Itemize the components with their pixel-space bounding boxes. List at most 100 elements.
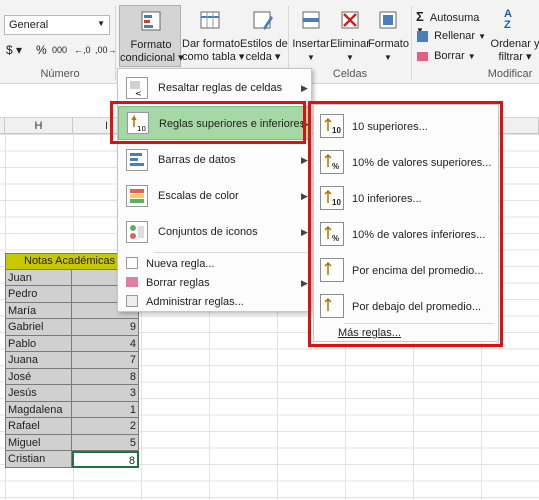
grade-cell[interactable]: 5 bbox=[72, 434, 139, 451]
increase-decimal-button[interactable]: ←,0 bbox=[74, 45, 91, 55]
chevron-down-icon: ▼ bbox=[307, 53, 315, 62]
grade-cell[interactable]: 7 bbox=[72, 352, 139, 369]
menu-item-manage-rules[interactable]: Administrar reglas... bbox=[118, 293, 311, 311]
cell-styles-label-2: celda ▾ bbox=[245, 51, 281, 63]
chevron-down-icon: ▼ bbox=[467, 52, 476, 61]
grade-cell[interactable]: 1 bbox=[72, 401, 139, 418]
table-row: José 8 bbox=[5, 368, 139, 385]
svg-text:<: < bbox=[135, 89, 142, 98]
fill-button[interactable]: Rellenar ▼ bbox=[417, 30, 487, 46]
table-row: Gabriel 9 bbox=[5, 319, 139, 336]
menu-item-label: Barras de datos bbox=[158, 154, 236, 166]
student-name-cell[interactable]: Miguel bbox=[5, 434, 72, 451]
chevron-right-icon: ▶ bbox=[301, 227, 308, 237]
grade-cell[interactable]: 8 bbox=[72, 368, 139, 385]
grade-cell[interactable]: 4 bbox=[72, 335, 139, 352]
student-name-cell[interactable]: María bbox=[5, 302, 72, 319]
student-name-cell[interactable]: Gabriel bbox=[5, 319, 72, 336]
conditional-format-label-2: condicional ▾ bbox=[120, 52, 184, 64]
highlight-outline bbox=[110, 101, 306, 144]
student-name-cell[interactable]: Juana bbox=[5, 352, 72, 369]
cells-group-label: Celdas bbox=[332, 68, 368, 80]
menu-item-label: Administrar reglas... bbox=[146, 296, 244, 308]
student-name-cell[interactable]: Pablo bbox=[5, 335, 72, 352]
delete-icon bbox=[341, 11, 359, 29]
format-as-table-button[interactable]: Dar formato como tabla ▾ bbox=[182, 5, 245, 67]
chevron-down-icon: ▼ bbox=[478, 32, 487, 41]
conditional-format-label-1: Formato bbox=[130, 39, 172, 51]
insert-icon bbox=[302, 11, 320, 29]
insert-button[interactable]: Insertar ▼ bbox=[290, 5, 332, 67]
student-name-cell[interactable]: Cristian bbox=[5, 451, 72, 468]
delete-button[interactable]: Eliminar ▼ bbox=[330, 5, 370, 67]
chevron-down-icon: ▼ bbox=[97, 19, 105, 28]
cell-styles-button[interactable]: Estilos de celda ▾ bbox=[240, 5, 288, 67]
thousands-button[interactable]: 000 bbox=[52, 45, 67, 55]
clear-button[interactable]: Borrar ▼ bbox=[417, 50, 487, 66]
sort-filter-label-2: filtrar ▾ bbox=[498, 51, 532, 63]
menu-item-icon-sets[interactable]: Conjuntos de iconos ▶ bbox=[118, 217, 311, 247]
format-as-table-label-2: como tabla ▾ bbox=[182, 51, 245, 63]
autosum-button[interactable]: Σ Autosuma ▼ bbox=[416, 9, 486, 35]
chevron-down-icon: ▼ bbox=[384, 53, 392, 62]
student-name-cell[interactable]: José bbox=[5, 368, 72, 385]
divider bbox=[115, 6, 116, 80]
menu-divider bbox=[154, 252, 310, 253]
conditional-format-icon bbox=[141, 11, 161, 31]
student-name-cell[interactable]: Magdalena bbox=[5, 401, 72, 418]
divider bbox=[411, 6, 412, 80]
table-row: Miguel 5 bbox=[5, 434, 139, 451]
table-row: Jesús 3 bbox=[5, 385, 139, 402]
autosum-label: Autosuma bbox=[429, 12, 480, 24]
menu-item-highlight-rules[interactable]: < Resaltar reglas de celdas ▶ bbox=[118, 73, 311, 103]
clear-rules-icon bbox=[126, 277, 138, 287]
accounting-format-button[interactable]: $ ▾ bbox=[6, 43, 22, 57]
menu-item-label: Escalas de color bbox=[158, 190, 239, 202]
grade-cell[interactable]: 9 bbox=[72, 319, 139, 336]
table-row: Juana 7 bbox=[5, 352, 139, 369]
format-as-table-label-1: Dar formato bbox=[182, 38, 241, 50]
menu-item-clear-rules[interactable]: Borrar reglas ▶ bbox=[118, 274, 311, 292]
table-row: Pablo 4 bbox=[5, 335, 139, 352]
menu-item-data-bars[interactable]: Barras de datos ▶ bbox=[118, 145, 311, 175]
table-row: Cristian 8 bbox=[5, 451, 139, 468]
student-name-cell[interactable]: Rafael bbox=[5, 418, 72, 435]
number-group-label: Número bbox=[40, 68, 80, 80]
menu-item-new-rule[interactable]: Nueva regla... bbox=[118, 255, 311, 273]
new-rule-icon bbox=[126, 257, 138, 269]
menu-item-label: Borrar reglas bbox=[146, 277, 210, 289]
number-format-value: General bbox=[9, 19, 49, 31]
student-name-cell[interactable]: Jesús bbox=[5, 385, 72, 402]
cell-styles-label-1: Estilos de bbox=[240, 38, 288, 50]
sigma-icon: Σ bbox=[416, 9, 424, 24]
manage-rules-icon bbox=[126, 295, 138, 307]
conditional-format-button[interactable]: Formato condicional ▾ bbox=[119, 5, 184, 67]
chevron-right-icon: ▶ bbox=[301, 191, 308, 201]
column-header-h[interactable]: H bbox=[5, 118, 73, 134]
sort-filter-button[interactable]: AZ Ordenar y filtrar ▾ bbox=[490, 5, 539, 67]
table-row: Magdalena 1 bbox=[5, 401, 139, 418]
grade-cell[interactable]: 3 bbox=[72, 385, 139, 402]
color-scales-icon bbox=[126, 185, 148, 207]
percent-button[interactable]: % bbox=[36, 43, 47, 57]
format-icon bbox=[379, 11, 397, 29]
menu-item-label: Conjuntos de iconos bbox=[158, 226, 258, 238]
grade-cell[interactable]: 2 bbox=[72, 418, 139, 435]
menu-item-color-scales[interactable]: Escalas de color ▶ bbox=[118, 181, 311, 211]
student-name-cell[interactable]: Juan bbox=[5, 269, 72, 286]
chevron-right-icon: ▶ bbox=[301, 155, 308, 165]
fill-down-icon bbox=[417, 30, 428, 42]
format-label: Formato bbox=[368, 38, 409, 50]
modify-group-label: Modificar bbox=[487, 68, 533, 80]
sort-az-icon: AZ bbox=[504, 8, 512, 31]
format-button[interactable]: Formato ▼ bbox=[368, 5, 409, 67]
delete-label: Eliminar bbox=[330, 38, 370, 50]
sort-filter-label-1: Ordenar y bbox=[490, 38, 539, 50]
student-name-cell[interactable]: Pedro bbox=[5, 286, 72, 303]
chevron-right-icon: ▶ bbox=[301, 83, 308, 93]
grade-cell[interactable]: 8 bbox=[72, 451, 139, 468]
fill-label: Rellenar bbox=[434, 30, 476, 42]
clear-label: Borrar bbox=[434, 50, 465, 62]
decrease-decimal-button[interactable]: ,00→ bbox=[95, 45, 117, 55]
number-format-dropdown[interactable]: General ▼ bbox=[4, 15, 110, 35]
